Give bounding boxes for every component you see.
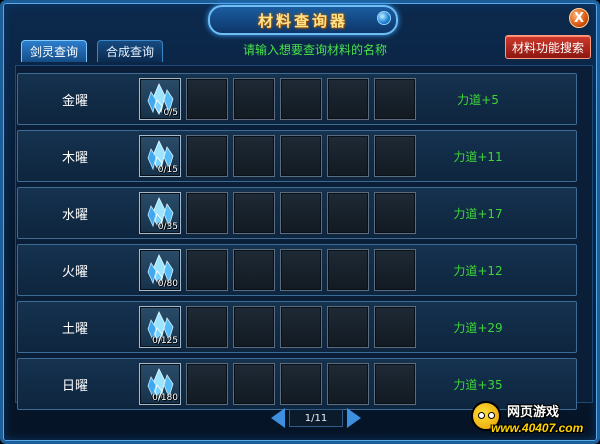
attribute-bonus: 力道+17	[453, 206, 503, 221]
material-name: 土曜	[61, 321, 88, 337]
material-slot-empty[interactable]	[327, 306, 369, 348]
material-row: 金曜 0/5 力道+5	[17, 73, 577, 125]
watermark-title: 网页游戏	[507, 405, 560, 420]
material-slot-empty[interactable]	[186, 78, 228, 120]
material-slot-filled[interactable]: 0/35	[139, 192, 181, 234]
material-count: 0/125	[152, 336, 178, 346]
material-slot-empty[interactable]	[374, 135, 416, 177]
material-slot-empty[interactable]	[186, 306, 228, 348]
attribute-bonus: 力道+5	[457, 92, 499, 107]
material-row: 土曜 0/125 力道+29	[17, 301, 577, 353]
material-slot-empty[interactable]	[327, 249, 369, 291]
material-slot-empty[interactable]	[233, 249, 275, 291]
material-slot-empty[interactable]	[233, 135, 275, 177]
material-row: 木曜 0/15 力道+11	[17, 130, 577, 182]
material-name: 金曜	[61, 93, 88, 109]
pager: 1/11	[271, 407, 361, 429]
material-slot-empty[interactable]	[280, 249, 322, 291]
material-slot-empty[interactable]	[280, 363, 322, 405]
material-slot-empty[interactable]	[233, 78, 275, 120]
material-slot-empty[interactable]	[374, 192, 416, 234]
material-slot-empty[interactable]	[374, 78, 416, 120]
material-slot-empty[interactable]	[186, 249, 228, 291]
prev-page-button[interactable]	[271, 408, 285, 428]
material-slot-empty[interactable]	[186, 135, 228, 177]
material-slot-empty[interactable]	[233, 363, 275, 405]
material-name: 火曜	[61, 264, 88, 280]
close-button[interactable]: X	[569, 8, 589, 28]
material-count: 0/35	[157, 222, 178, 232]
material-slot-empty[interactable]	[374, 363, 416, 405]
material-query-window: 材料查询器 X 剑灵查询 合成查询 请输入想要查询材料的名称 材料功能搜索 金曜…	[0, 0, 600, 444]
material-slot-empty[interactable]	[327, 363, 369, 405]
material-slot-empty[interactable]	[374, 249, 416, 291]
material-slot-empty[interactable]	[233, 306, 275, 348]
material-slot-empty[interactable]	[327, 192, 369, 234]
search-hint: 请输入想要查询材料的名称	[243, 43, 388, 57]
material-slot-empty[interactable]	[280, 78, 322, 120]
material-slot-empty[interactable]	[280, 135, 322, 177]
material-slot-empty[interactable]	[327, 78, 369, 120]
page-indicator: 1/11	[289, 409, 343, 427]
material-count: 0/180	[152, 393, 178, 403]
site-watermark: 网页游戏 www.40407.com	[471, 397, 597, 441]
tab-sword-spirit-query[interactable]: 剑灵查询	[21, 40, 88, 62]
attribute-bonus: 力道+11	[453, 149, 503, 164]
material-name: 木曜	[61, 150, 88, 166]
material-slot-empty[interactable]	[280, 192, 322, 234]
material-slot-empty[interactable]	[280, 306, 322, 348]
material-search-button[interactable]: 材料功能搜索	[505, 35, 591, 59]
material-slot-filled[interactable]: 0/15	[139, 135, 181, 177]
next-page-button[interactable]	[347, 408, 361, 428]
material-count: 0/5	[163, 108, 178, 118]
attribute-bonus: 力道+12	[453, 263, 503, 278]
material-slot-empty[interactable]	[186, 192, 228, 234]
material-count: 0/15	[157, 165, 178, 175]
material-slot-filled[interactable]: 0/125	[139, 306, 181, 348]
material-slot-empty[interactable]	[186, 363, 228, 405]
title-plate: 材料查询器	[208, 5, 398, 35]
material-slot-filled[interactable]: 0/80	[139, 249, 181, 291]
attribute-bonus: 力道+29	[453, 320, 503, 335]
material-slot-filled[interactable]: 0/5	[139, 78, 181, 120]
title-orb-right-icon	[377, 11, 391, 25]
tab-synthesis-query[interactable]: 合成查询	[97, 40, 164, 62]
material-row: 火曜 0/80 力道+12	[17, 244, 577, 296]
window-title: 材料查询器	[257, 11, 348, 30]
material-row: 水曜 0/35 力道+17	[17, 187, 577, 239]
material-slot-filled[interactable]: 0/180	[139, 363, 181, 405]
material-slot-empty[interactable]	[374, 306, 416, 348]
watermark-url: www.40407.com	[491, 421, 584, 435]
material-slot-empty[interactable]	[233, 192, 275, 234]
material-count: 0/80	[157, 279, 178, 289]
material-name: 日曜	[61, 378, 88, 394]
material-slot-empty[interactable]	[327, 135, 369, 177]
material-name: 水曜	[61, 207, 88, 223]
